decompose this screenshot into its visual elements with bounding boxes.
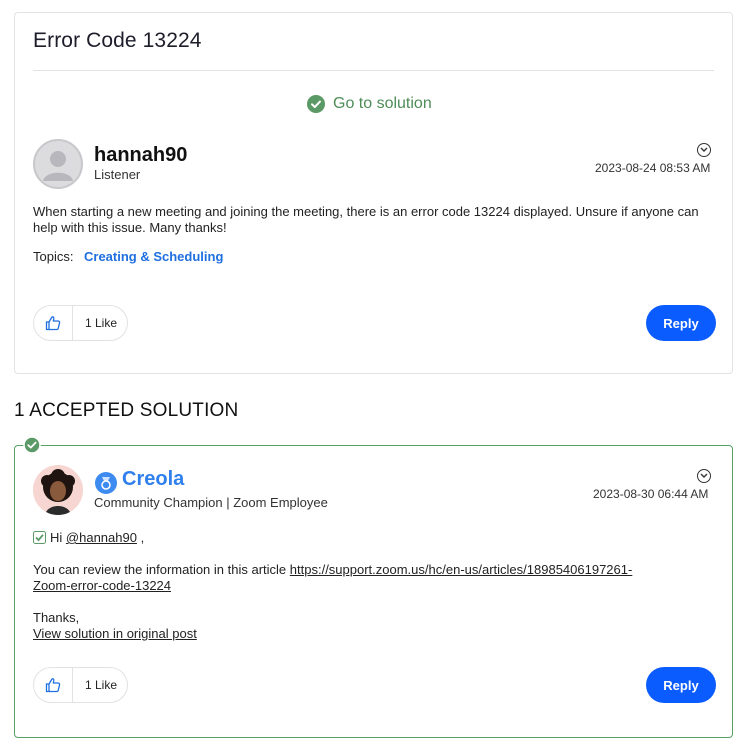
article-link-part1[interactable]: https://support.zoom.us/hc/en-us/article… [290, 562, 633, 577]
post-timestamp: 2023-08-24 08:53 AM [595, 161, 711, 175]
go-to-solution-label: Go to solution [333, 95, 432, 112]
go-to-solution-link[interactable]: Go to solution [307, 95, 432, 113]
greeting-prefix: Hi [50, 530, 63, 545]
user-mention[interactable]: @hannah90 [66, 530, 137, 545]
like-button[interactable] [34, 668, 73, 702]
article-link-part2[interactable]: Zoom-error-code-13224 [33, 578, 171, 593]
author-name[interactable]: Creola [122, 468, 184, 491]
post-body: When starting a new meeting and joining … [33, 204, 699, 235]
user-avatar-image [33, 465, 83, 515]
thumbs-up-icon [45, 316, 61, 331]
thanks-text: Thanks, [33, 610, 80, 625]
accepted-solutions-header: 1 ACCEPTED SOLUTION [14, 400, 239, 421]
topics-label: Topics: [33, 249, 74, 264]
avatar[interactable] [33, 139, 83, 189]
greeting-suffix: , [140, 530, 145, 545]
topic-link[interactable]: Creating & Scheduling [84, 249, 223, 264]
check-circle-icon [23, 436, 41, 454]
like-count[interactable]: 1 Like [73, 316, 117, 330]
checkbox-check-icon [33, 531, 46, 544]
page-title: Error Code 13224 [33, 29, 202, 52]
review-text: You can review the information in this a… [33, 562, 287, 577]
champion-badge-icon [95, 472, 117, 494]
thumbs-up-icon [45, 678, 61, 693]
chevron-down-icon [700, 147, 708, 152]
like-count[interactable]: 1 Like [73, 678, 117, 692]
like-button[interactable] [34, 306, 73, 340]
chevron-down-icon [700, 473, 708, 478]
solution-card: Creola Community Champion | Zoom Employe… [14, 445, 733, 738]
default-avatar-icon [43, 151, 73, 181]
greeting-line: Hi @hannah90 , [33, 530, 144, 546]
post-timestamp: 2023-08-30 06:44 AM [593, 487, 709, 501]
like-control: 1 Like [33, 667, 128, 703]
reply-button[interactable]: Reply [646, 667, 716, 703]
post-options-menu[interactable] [697, 143, 711, 157]
check-circle-icon [307, 95, 325, 113]
accepted-solution-marker [23, 436, 41, 459]
author-name[interactable]: hannah90 [94, 144, 187, 167]
question-card: Error Code 13224 Go to solution hannah90… [14, 12, 733, 374]
reply-button[interactable]: Reply [646, 305, 716, 341]
like-control: 1 Like [33, 305, 128, 341]
avatar[interactable] [33, 465, 83, 515]
view-solution-link[interactable]: View solution in original post [33, 626, 197, 642]
author-role: Community Champion | Zoom Employee [94, 495, 328, 510]
divider [33, 70, 714, 71]
solution-body: You can review the information in this a… [33, 562, 723, 594]
author-role: Listener [94, 167, 141, 182]
post-options-menu[interactable] [697, 469, 711, 483]
